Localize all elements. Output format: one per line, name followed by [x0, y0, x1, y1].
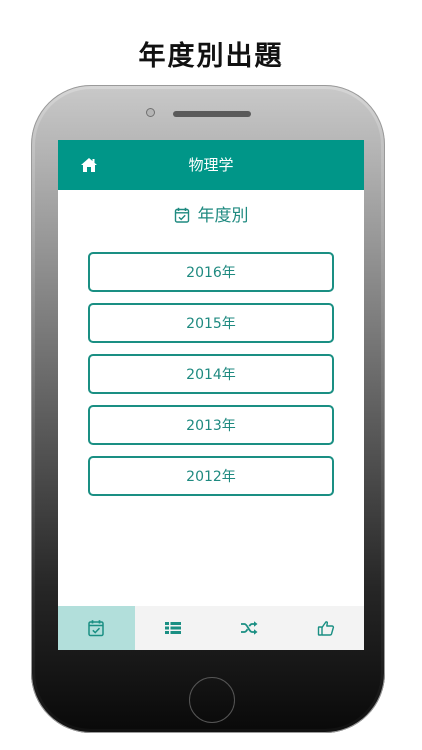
camera-icon	[146, 108, 155, 117]
app-screen: 物理学 年度別 2016年 2015年 2014年 2013年 2012年	[58, 140, 364, 650]
calendar-check-icon	[88, 620, 104, 637]
page-headline: 年度別出題	[138, 41, 284, 72]
list-icon	[164, 622, 181, 634]
year-button-2016[interactable]: 2016年	[88, 252, 334, 292]
tab-random[interactable]	[211, 606, 288, 650]
section-title-label: 年度別	[197, 206, 249, 226]
home-button[interactable]	[189, 677, 235, 723]
thumbs-up-icon	[317, 621, 334, 636]
tab-recommended[interactable]	[288, 606, 365, 650]
year-button-2012[interactable]: 2012年	[88, 456, 334, 496]
year-list: 2016年 2015年 2014年 2013年 2012年	[88, 252, 334, 507]
year-button-2013[interactable]: 2013年	[88, 405, 334, 445]
speaker-grille	[173, 111, 251, 117]
tab-list[interactable]	[135, 606, 212, 650]
bottom-tab-bar	[58, 606, 364, 650]
phone-body: 物理学 年度別 2016年 2015年 2014年 2013年 2012年	[35, 89, 381, 729]
year-button-2014[interactable]: 2014年	[88, 354, 334, 394]
shuffle-icon	[241, 621, 258, 635]
tab-by-year[interactable]	[58, 606, 135, 650]
year-button-2015[interactable]: 2015年	[88, 303, 334, 343]
app-title: 物理学	[188, 156, 234, 174]
phone-frame: 物理学 年度別 2016年 2015年 2014年 2013年 2012年	[31, 85, 385, 733]
section-heading: 年度別	[58, 204, 364, 228]
app-bar: 物理学	[58, 140, 364, 190]
calendar-check-icon	[174, 207, 189, 223]
